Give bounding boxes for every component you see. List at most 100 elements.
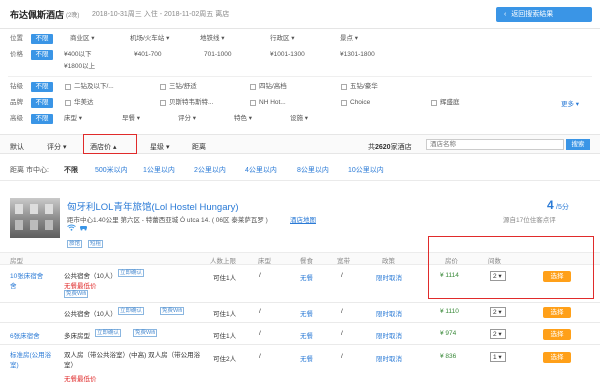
lowest-price-note: 无餐最低价: [64, 376, 97, 383]
room-meal[interactable]: 无餐: [300, 272, 313, 282]
divider: [0, 344, 600, 345]
room-policy[interactable]: 限时取消: [376, 330, 402, 340]
hotel-address: 距市中心1.40公里 第六区 - 特蕾西亚城 Ó utca 14. ( 06区 …: [67, 217, 268, 224]
star-3-label: 三钻/舒适: [169, 83, 197, 90]
brand-nh-checkbox[interactable]: [250, 100, 256, 106]
room-bed: /: [259, 330, 261, 337]
chevron-left-icon: ‹: [504, 11, 507, 18]
distance-500m[interactable]: 500米以内: [95, 165, 128, 175]
hotel-count: 共2620家酒店: [368, 144, 412, 151]
room-meal[interactable]: 无餐: [300, 353, 313, 363]
room-capacity: 可住2人: [213, 356, 237, 363]
brand-bestwestern-checkbox[interactable]: [160, 100, 166, 106]
breakfast-select[interactable]: 早餐 ▾: [122, 114, 140, 124]
room-type[interactable]: 6张床宿舍: [10, 330, 40, 340]
distance-10km[interactable]: 10公里以内: [348, 165, 384, 175]
divider: [0, 180, 600, 181]
brand-choice-label: Choice: [350, 99, 371, 106]
quantity-select[interactable]: 1 ▾: [490, 352, 506, 362]
room-price: ¥ 974: [440, 330, 457, 337]
sort-star[interactable]: 星级 ▾: [150, 142, 169, 152]
room-meal[interactable]: 无餐: [300, 330, 313, 340]
col-policy: 政策: [382, 258, 395, 265]
advanced-any[interactable]: 不限: [31, 114, 53, 124]
feature-select[interactable]: 特色 ▾: [234, 114, 252, 124]
room-meal[interactable]: 无餐: [300, 308, 313, 318]
room-internet: /: [341, 330, 343, 337]
quantity-select[interactable]: 2 ▾: [490, 307, 506, 317]
col-internet: 宽带: [337, 258, 350, 265]
brand-fraser-checkbox[interactable]: [431, 100, 437, 106]
brand-any[interactable]: 不限: [31, 98, 53, 108]
star-3-checkbox[interactable]: [160, 84, 166, 90]
hotel-name-link[interactable]: 匈牙利LOL青年旅馆(Lol Hostel Hungary): [67, 199, 239, 213]
facility-select[interactable]: 设施 ▾: [290, 114, 308, 124]
more-brands-link[interactable]: 更多 ▾: [561, 98, 579, 108]
distance-1km[interactable]: 1公里以内: [143, 165, 175, 175]
price-under-400[interactable]: ¥400以下: [64, 50, 91, 60]
price-401-700[interactable]: ¥401-700: [134, 50, 161, 60]
location-landmark-select[interactable]: 景点 ▾: [340, 34, 358, 44]
back-to-results-button[interactable]: ‹ 返回搜索结果: [496, 7, 592, 22]
star-any[interactable]: 不限: [31, 82, 53, 92]
price-above-1800[interactable]: ¥1800以上: [64, 62, 95, 72]
price-any[interactable]: 不限: [31, 50, 53, 60]
room-policy[interactable]: 限时取消: [376, 308, 402, 318]
hotel-name-search-input[interactable]: [426, 139, 564, 150]
distance-any[interactable]: 不限: [64, 165, 78, 175]
star-5-checkbox[interactable]: [341, 84, 347, 90]
book-button[interactable]: 选择: [543, 271, 571, 282]
quantity-select[interactable]: 2 ▾: [490, 271, 506, 281]
distance-8km[interactable]: 8公里以内: [297, 165, 329, 175]
sort-score[interactable]: 评分 ▾: [47, 142, 66, 152]
search-button[interactable]: 搜索: [566, 139, 590, 150]
sort-price[interactable]: 酒店价 ▴: [90, 142, 116, 152]
room-policy[interactable]: 限时取消: [376, 272, 402, 282]
filter-label-star: 钻级: [10, 83, 23, 90]
price-1301-1800[interactable]: ¥1301-1800: [340, 50, 375, 60]
rating-select[interactable]: 评分 ▾: [178, 114, 196, 124]
room-type[interactable]: 标准房(公用浴室): [10, 351, 58, 371]
tag-hostel: 旅馆: [67, 240, 83, 248]
instant-confirm-badge: 立即确认: [95, 329, 122, 337]
quantity-select[interactable]: 2 ▾: [490, 329, 506, 339]
room-name: 公共宿舍（10人）: [64, 311, 117, 318]
location-metro-select[interactable]: 地铁线 ▾: [200, 34, 225, 44]
brand-choice-checkbox[interactable]: [341, 100, 347, 106]
divider: [0, 322, 600, 323]
book-button[interactable]: 选择: [543, 329, 571, 340]
room-policy[interactable]: 限时取消: [376, 353, 402, 363]
location-district-select[interactable]: 行政区 ▾: [270, 34, 295, 44]
bed-type-select[interactable]: 床型 ▾: [64, 114, 82, 124]
distance-4km[interactable]: 4公里以内: [245, 165, 277, 175]
location-business-select[interactable]: 商业区 ▾: [70, 34, 95, 44]
brand-ramada-checkbox[interactable]: [65, 100, 71, 106]
brand-ramada-label: 华美达: [74, 99, 94, 106]
room-name: 双人房（带公共浴室）(中高) 双人房（带公用浴室）: [64, 352, 201, 369]
distance-2km[interactable]: 2公里以内: [194, 165, 226, 175]
location-airport-select[interactable]: 机场/火车站 ▾: [130, 34, 169, 44]
hotel-photo[interactable]: [10, 198, 60, 238]
instant-confirm-badge: 立即确认: [118, 269, 145, 277]
col-meal: 餐食: [300, 258, 313, 265]
stay-dates: 2018-10-31周三 入住 - 2018-11-02周五 离店: [92, 11, 230, 18]
room-bed: /: [259, 353, 261, 360]
sort-distance[interactable]: 距离: [192, 142, 206, 152]
room-type[interactable]: 10张床宿舍: [10, 270, 43, 280]
tag-short-rental: 短租: [88, 240, 104, 248]
star-4-label: 四钻/高档: [259, 83, 287, 90]
star-2-checkbox[interactable]: [65, 84, 71, 90]
price-701-1000[interactable]: 701-1000: [204, 50, 231, 60]
wifi-icon: [67, 224, 76, 233]
location-any[interactable]: 不限: [31, 34, 53, 44]
price-quantity-highlight: [428, 236, 594, 299]
price-1001-1300[interactable]: ¥1001-1300: [270, 50, 305, 60]
sort-default[interactable]: 默认: [10, 142, 24, 152]
brand-fraser-label: 辉盛庭: [440, 99, 460, 106]
book-button[interactable]: 选择: [543, 307, 571, 318]
hotel-map-link[interactable]: 酒店地图: [290, 214, 316, 224]
star-4-checkbox[interactable]: [250, 84, 256, 90]
room-price: ¥ 1114: [440, 272, 459, 279]
filter-label-brand: 品牌: [10, 99, 23, 106]
book-button[interactable]: 选择: [543, 352, 571, 363]
